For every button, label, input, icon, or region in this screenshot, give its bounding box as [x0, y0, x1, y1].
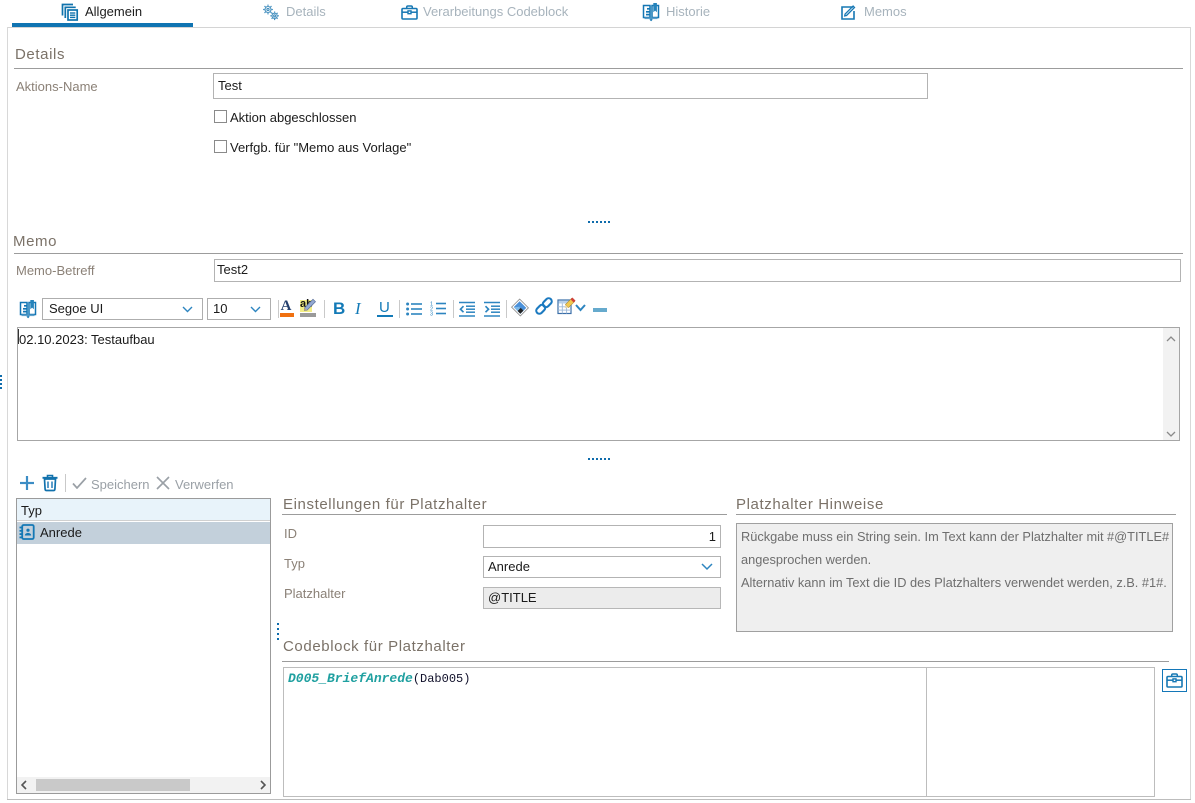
svg-text:3: 3: [430, 312, 433, 317]
